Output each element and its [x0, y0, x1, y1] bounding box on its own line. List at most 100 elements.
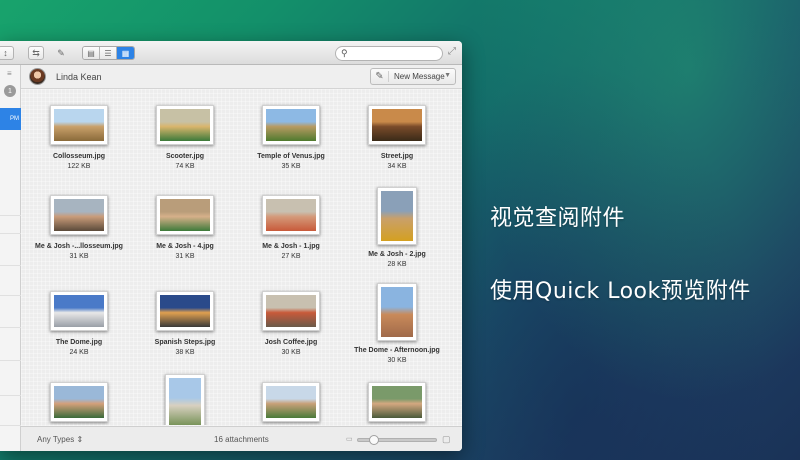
attachment-tile[interactable]: Me & Josh - 2.jpg 28 KB: [344, 187, 450, 268]
photo-image: [266, 386, 316, 418]
photo-image: [266, 199, 316, 231]
attachment-size: 122 KB: [67, 163, 91, 170]
attachment-size: 35 KB: [281, 163, 301, 170]
message-list-pane: ≡ 1 PM: [0, 65, 21, 451]
message-row-divider: [0, 327, 21, 328]
promo-subheading: 使用Quick Look预览附件: [490, 279, 751, 304]
reply-icon[interactable]: ⇆: [28, 46, 44, 60]
message-row-divider: [0, 265, 21, 266]
attachment-thumbnail[interactable]: [262, 195, 320, 235]
attachment-tile[interactable]: [26, 382, 132, 425]
grid-view-icon[interactable]: ▦: [117, 47, 134, 59]
attachment-thumbnail[interactable]: [165, 374, 205, 425]
attachment-size: 31 KB: [175, 253, 195, 260]
attachment-thumbnail[interactable]: [50, 382, 108, 422]
list-view-icon[interactable]: ▤: [83, 47, 100, 59]
photo-image: [381, 287, 413, 337]
photo-image: [266, 109, 316, 141]
attachment-tile[interactable]: Temple of Venus.jpg 35 KB: [238, 105, 344, 170]
attachment-name: Street.jpg: [380, 153, 414, 160]
attachment-tile[interactable]: [238, 382, 344, 425]
attachment-thumbnail[interactable]: [50, 291, 108, 331]
chevron-down-icon[interactable]: ▼: [444, 72, 451, 79]
attachment-size: 27 KB: [281, 253, 301, 260]
attachment-thumbnail[interactable]: [368, 382, 426, 422]
attachment-tile[interactable]: Me & Josh - 1.jpg 27 KB: [238, 195, 344, 260]
attachment-tile[interactable]: The Dome.jpg 24 KB: [26, 291, 132, 356]
compose-icon[interactable]: ✎: [54, 46, 68, 60]
attachment-thumbnail[interactable]: [377, 283, 417, 341]
attachment-tile[interactable]: Me & Josh - 4.jpg 31 KB: [132, 195, 238, 260]
attachment-size: 38 KB: [175, 349, 195, 356]
attachment-tile[interactable]: [344, 382, 450, 425]
unread-badge: 1: [4, 85, 16, 97]
message-row-divider: [0, 215, 21, 216]
attachment-thumbnail[interactable]: [368, 105, 426, 145]
mail-window: ↕ ⇆ ✎ ▤ ☰ ▦ ⚲ ⤢ ≡ 1 PM Linda Kean ✎ New …: [0, 41, 462, 451]
attachment-thumbnail[interactable]: [262, 382, 320, 422]
photo-image: [160, 109, 210, 141]
attachment-name: Me & Josh - 1.jpg: [262, 243, 320, 250]
message-row-divider: [0, 233, 21, 234]
attachment-thumbnail[interactable]: [262, 105, 320, 145]
column-view-icon[interactable]: ☰: [100, 47, 117, 59]
photo-image: [266, 295, 316, 327]
attachment-size: 74 KB: [175, 163, 195, 170]
message-row-divider: [0, 360, 21, 361]
attachment-name: Me & Josh - 2.jpg: [368, 251, 426, 258]
back-arrow-icon[interactable]: ↕: [0, 46, 14, 60]
attachment-name: Temple of Venus.jpg: [257, 153, 325, 160]
search-icon: ⚲: [341, 48, 348, 58]
attachment-grid: Collosseum.jpg 122 KB Scooter.jpg 74 KB Temp…: [21, 90, 462, 425]
view-mode-switch: ▤ ☰ ▦: [82, 46, 135, 60]
attachment-tile[interactable]: Spanish Steps.jpg 38 KB: [132, 291, 238, 356]
zoom-small-icon: ▭: [346, 436, 353, 443]
attachment-size: 31 KB: [69, 253, 89, 260]
selected-message-row[interactable]: PM: [0, 108, 21, 130]
photo-image: [54, 295, 104, 327]
search-input[interactable]: [351, 48, 439, 59]
zoom-large-icon: ▢: [442, 434, 451, 444]
avatar[interactable]: [29, 68, 46, 85]
photo-image: [169, 378, 201, 425]
attachment-thumbnail[interactable]: [262, 291, 320, 331]
thumbnail-size-slider[interactable]: [357, 435, 437, 445]
photo-image: [54, 386, 104, 418]
toolbar: ↕ ⇆ ✎ ▤ ☰ ▦ ⚲ ⤢: [0, 41, 462, 65]
message-time: PM: [10, 116, 19, 122]
attachment-size: 34 KB: [387, 163, 407, 170]
attachment-count: 16 attachments: [214, 435, 269, 444]
attachment-size: 30 KB: [281, 349, 301, 356]
contact-name: Linda Kean: [56, 72, 102, 82]
attachment-tile[interactable]: [132, 374, 238, 425]
fullscreen-icon[interactable]: ⤢: [448, 46, 456, 57]
message-row-divider: [0, 295, 21, 296]
message-row-divider: [0, 425, 21, 426]
slider-knob[interactable]: [368, 435, 379, 445]
attachment-name: Me & Josh -...llosseum.jpg: [35, 243, 123, 250]
photo-image: [54, 199, 104, 231]
attachment-tile[interactable]: Scooter.jpg 74 KB: [132, 105, 238, 170]
attachment-thumbnail[interactable]: [50, 105, 108, 145]
attachment-size: 30 KB: [387, 357, 407, 364]
type-filter-select[interactable]: Any Types ⇕: [37, 435, 83, 444]
attachment-tile[interactable]: Street.jpg 34 KB: [344, 105, 450, 170]
attachment-thumbnail[interactable]: [156, 291, 214, 331]
promo-heading: 视觉查阅附件: [490, 206, 626, 231]
photo-image: [381, 191, 413, 241]
message-row-divider: [0, 395, 21, 396]
attachment-tile[interactable]: Me & Josh -...llosseum.jpg 31 KB: [26, 195, 132, 260]
attachment-tile[interactable]: Collosseum.jpg 122 KB: [26, 105, 132, 170]
attachment-name: Me & Josh - 4.jpg: [156, 243, 214, 250]
attachment-size: 28 KB: [387, 261, 407, 268]
attachment-tile[interactable]: Josh Coffee.jpg 30 KB: [238, 291, 344, 356]
filter-icon[interactable]: ≡: [7, 69, 12, 78]
attachment-thumbnail[interactable]: [377, 187, 417, 245]
new-message-button[interactable]: ✎ New Message ▼: [370, 68, 456, 85]
attachment-name: The Dome - Afternoon.jpg: [354, 347, 440, 354]
attachment-thumbnail[interactable]: [156, 105, 214, 145]
attachment-tile[interactable]: The Dome - Afternoon.jpg 30 KB: [344, 283, 450, 364]
attachment-thumbnail[interactable]: [50, 195, 108, 235]
attachment-thumbnail[interactable]: [156, 195, 214, 235]
photo-image: [372, 109, 422, 141]
